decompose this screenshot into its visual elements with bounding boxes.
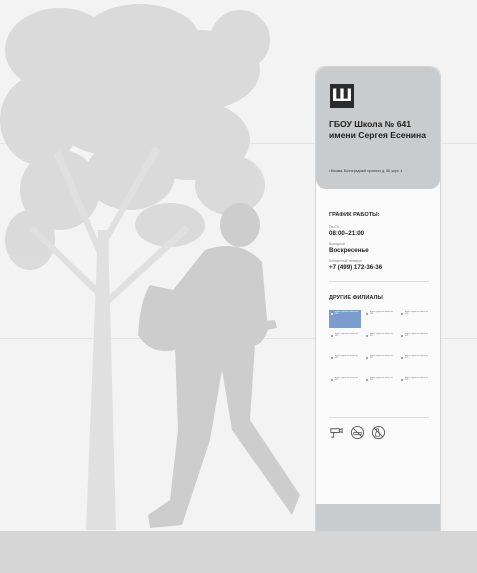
branch-item: Адрес отделения школы № 641 ... — [329, 332, 361, 350]
location-dot-icon — [331, 313, 333, 315]
branch-row: Адрес отделения школы № 641 ... Адрес от… — [329, 332, 431, 353]
branch-item: Адрес отделения школы № 641 ... — [399, 354, 431, 372]
street-scene: Ш ГБОУ Школа № 641 имени Сергея Есенина … — [0, 0, 477, 573]
dayoff-label: Выходной — [329, 242, 345, 246]
school-name: ГБОУ Школа № 641 имени Сергея Есенина — [329, 119, 437, 141]
branches-title: ДРУГИЕ ФИЛИАЛЫ — [329, 295, 383, 301]
branch-item: Адрес отделения школы № 641 ... — [329, 376, 361, 394]
ground — [0, 531, 477, 573]
school-info-totem: Ш ГБОУ Школа № 641 имени Сергея Есенина … — [315, 66, 441, 531]
school-name-line2: имени Сергея Есенина — [329, 130, 427, 140]
branch-item: Адрес отделения школы № 641 ... — [399, 332, 431, 350]
location-dot-icon — [366, 313, 368, 315]
branch-item: Адрес отделения школы № 641 ... — [364, 310, 396, 328]
location-dot-icon — [331, 335, 333, 337]
no-alcohol-icon — [371, 425, 386, 440]
weekdays-hours: 08:00–21:00 — [329, 230, 365, 237]
divider — [329, 417, 429, 418]
branch-item: Адрес отделения школы № 641 ... — [399, 310, 431, 328]
branches-grid: Адрес отделения школы № 641 ... Адрес от… — [329, 310, 431, 398]
branch-row: Адрес отделения школы № 641 ... Адрес от… — [329, 354, 431, 375]
weekdays-label: Пн-Сб — [329, 225, 339, 229]
school-name-line1: ГБОУ Школа № 641 — [329, 119, 412, 129]
school-logo-icon: Ш — [330, 84, 354, 108]
branch-item: Адрес отделения школы № 641 ... — [364, 376, 396, 394]
totem-header: Ш ГБОУ Школа № 641 имени Сергея Есенина … — [316, 67, 440, 189]
location-dot-icon — [366, 335, 368, 337]
cctv-camera-icon — [330, 428, 343, 438]
location-dot-icon — [331, 379, 333, 381]
branch-item: Адрес отделения школы № 641 ... — [399, 376, 431, 394]
branch-row: Адрес отделения школы № 641 ... Адрес от… — [329, 310, 431, 331]
no-smoking-icon — [350, 425, 365, 440]
location-dot-icon — [401, 379, 403, 381]
branch-row: Адрес отделения школы № 641 ... Адрес от… — [329, 376, 431, 397]
totem-base — [316, 504, 440, 531]
divider — [329, 281, 429, 282]
branch-item: Адрес отделения школы № 641 ... — [364, 332, 396, 350]
location-dot-icon — [401, 313, 403, 315]
phone-number: +7 (499) 172-36-36 — [329, 264, 383, 271]
phone-label: Контактный телефон — [329, 259, 363, 263]
dayoff-value: Воскресенье — [329, 247, 369, 254]
school-address: г.Москва, Волгоградский проспект, д. 88,… — [329, 169, 403, 173]
location-dot-icon — [401, 357, 403, 359]
branch-item-highlighted: Адрес отделения школы № 641 ... — [329, 310, 361, 328]
location-dot-icon — [401, 335, 403, 337]
rules-icons — [329, 425, 386, 440]
branch-item: Адрес отделения школы № 641 ... — [364, 354, 396, 372]
location-dot-icon — [331, 357, 333, 359]
branch-item: Адрес отделения школы № 641 ... — [329, 354, 361, 372]
schedule-title: ГРАФИК РАБОТЫ: — [329, 212, 380, 218]
location-dot-icon — [366, 379, 368, 381]
location-dot-icon — [366, 357, 368, 359]
